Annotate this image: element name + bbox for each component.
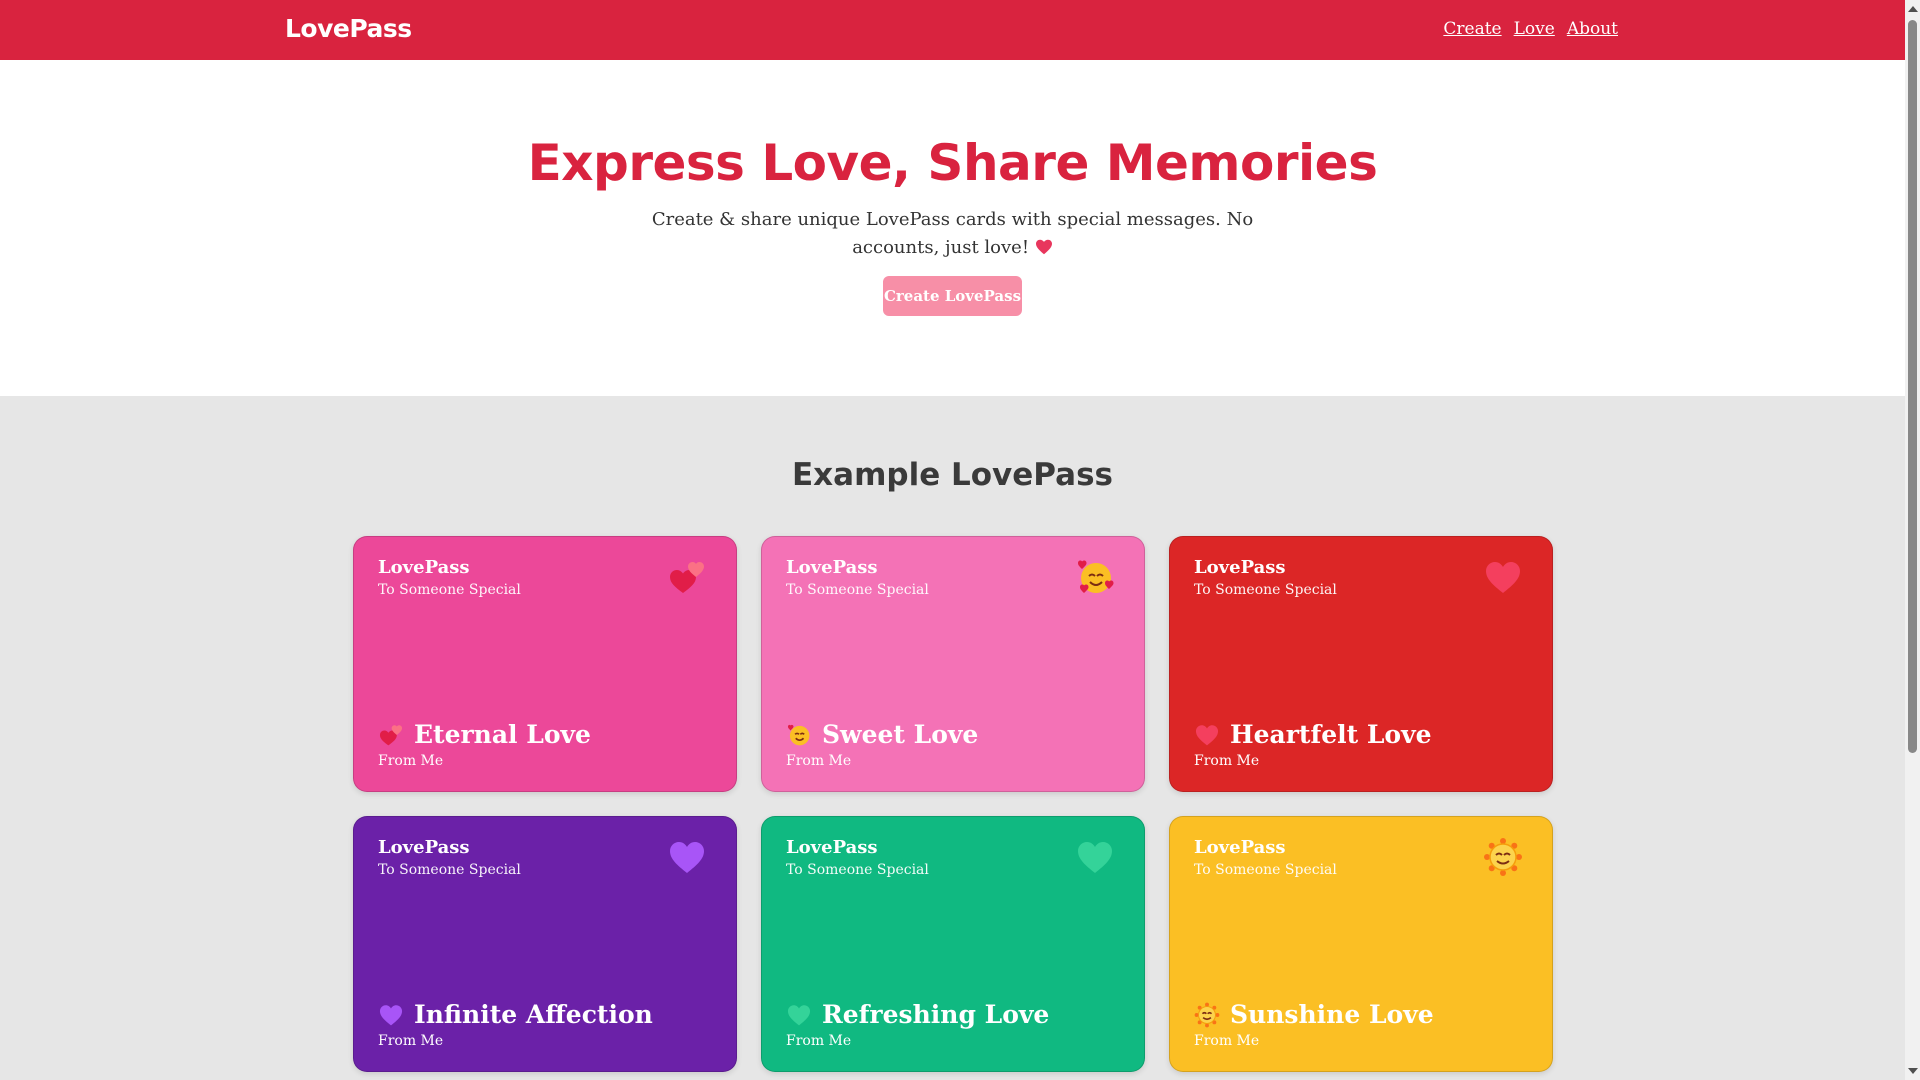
card-title-text: Infinite Affection — [414, 1000, 653, 1029]
hero-title: Express Love, Share Memories — [527, 134, 1378, 192]
card-brand: LovePass — [1194, 837, 1286, 858]
card-title: Sweet Love — [786, 720, 978, 749]
card-sender: From Me — [1194, 1033, 1260, 1049]
card-bottom: Eternal Love From Me — [378, 720, 591, 769]
card-title: Sunshine Love — [1194, 1000, 1434, 1029]
card-bottom: Refreshing Love From Me — [786, 1000, 1049, 1049]
card-title-text: Sunshine Love — [1230, 1000, 1434, 1029]
nav-links: Create Love About — [1443, 19, 1618, 39]
nav-link-love[interactable]: Love — [1514, 19, 1555, 39]
card-brand: LovePass — [786, 557, 878, 578]
hero-section: Express Love, Share Memories Create & sh… — [0, 60, 1905, 396]
card-title: Refreshing Love — [786, 1000, 1049, 1029]
card-recipient: To Someone Special — [1194, 582, 1337, 598]
hero-subtitle: Create & share unique LovePass cards wit… — [613, 206, 1293, 262]
heart-icon — [1035, 239, 1052, 255]
purple-heart-icon — [670, 842, 704, 873]
lovepass-card-refreshing-love[interactable]: LovePass To Someone Special Refreshing L… — [761, 816, 1145, 1072]
card-sender: From Me — [786, 753, 852, 769]
card-sender: From Me — [378, 753, 444, 769]
lovepass-card-sweet-love[interactable]: LovePass To Someone Special Sweet Love F… — [761, 536, 1145, 792]
card-recipient: To Someone Special — [786, 582, 929, 598]
brand-logo[interactable]: LovePass — [285, 14, 412, 43]
card-recipient: To Someone Special — [786, 862, 929, 878]
nav-link-about[interactable]: About — [1567, 19, 1618, 39]
green-heart-icon — [787, 1004, 811, 1025]
card-brand: LovePass — [1194, 557, 1286, 578]
card-title-text: Sweet Love — [822, 720, 979, 749]
smiling-face-with-hearts-icon — [787, 724, 810, 745]
card-title-text: Eternal Love — [414, 720, 591, 749]
card-bottom: Sweet Love From Me — [786, 720, 978, 769]
card-title-text: Heartfelt Love — [1230, 720, 1432, 749]
sun-with-face-icon — [1484, 838, 1522, 876]
purple-heart-icon — [379, 1004, 403, 1025]
card-recipient: To Someone Special — [378, 582, 521, 598]
hero-subtitle-text: Create & share unique LovePass cards wit… — [651, 209, 1254, 258]
card-brand: LovePass — [378, 837, 470, 858]
scroll-down-arrow-icon[interactable] — [1908, 1068, 1918, 1074]
red-heart-icon — [1486, 562, 1520, 593]
page-scrollbar[interactable] — [1905, 0, 1920, 1080]
card-sender: From Me — [1194, 753, 1260, 769]
card-bottom: Heartfelt Love From Me — [1194, 720, 1432, 769]
card-brand: LovePass — [786, 837, 878, 858]
card-bottom: Sunshine Love From Me — [1194, 1000, 1434, 1049]
card-recipient: To Someone Special — [1194, 862, 1337, 878]
red-heart-icon — [1195, 724, 1219, 745]
card-title: Heartfelt Love — [1194, 720, 1432, 749]
scroll-up-arrow-icon[interactable] — [1908, 6, 1918, 12]
examples-title: Example LovePass — [791, 457, 1114, 493]
card-sender: From Me — [786, 1033, 852, 1049]
two-hearts-icon — [670, 562, 704, 593]
smiling-face-with-hearts-icon — [1078, 560, 1114, 593]
lovepass-card-eternal-love[interactable]: LovePass To Someone Special Eternal Love… — [353, 536, 737, 792]
nav-link-create[interactable]: Create — [1443, 19, 1501, 39]
sun-with-face-icon — [1194, 1002, 1220, 1027]
lovepass-card-heartfelt-love[interactable]: LovePass To Someone Special Heartfelt Lo… — [1169, 536, 1553, 792]
navbar: LovePass Create Love About — [0, 0, 1905, 60]
two-hearts-icon — [379, 724, 403, 745]
card-title: Eternal Love — [378, 720, 591, 749]
scroll-thumb[interactable] — [1908, 20, 1917, 753]
card-title-text: Refreshing Love — [822, 1000, 1050, 1029]
card-title: Infinite Affection — [378, 1000, 653, 1029]
card-recipient: To Someone Special — [378, 862, 521, 878]
lovepass-card-sunshine-love[interactable]: LovePass To Someone Special Sunshine Lov… — [1169, 816, 1553, 1072]
card-sender: From Me — [378, 1033, 444, 1049]
lovepass-card-infinite-affection[interactable]: LovePass To Someone Special Infinite Aff… — [353, 816, 737, 1072]
green-heart-icon — [1078, 842, 1112, 873]
card-bottom: Infinite Affection From Me — [378, 1000, 653, 1049]
create-lovepass-button[interactable]: Create LovePass — [883, 276, 1022, 316]
card-brand: LovePass — [378, 557, 470, 578]
